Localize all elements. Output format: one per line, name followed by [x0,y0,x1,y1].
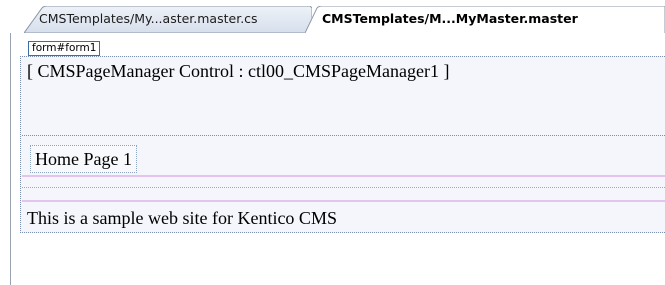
tab-label: CMSTemplates/M...MyMaster.master [322,11,578,26]
page-title-control[interactable]: Home Page 1 [30,145,137,173]
document-tab-strip: CMSTemplates/My...aster.master.cs CMSTem… [0,0,665,33]
page-manager-control[interactable]: [ CMSPageManager Control : ctl00_CMSPage… [27,60,449,82]
design-left-border [10,33,11,285]
placeholder-top-line [22,175,665,177]
footer-text[interactable]: This is a sample web site for Kentico CM… [27,207,337,229]
form-tag-label[interactable]: form#form1 [28,41,101,56]
tab-label: CMSTemplates/My...aster.master.cs [39,11,258,26]
region-divider [22,135,665,136]
tab-master-cs[interactable]: CMSTemplates/My...aster.master.cs [24,6,312,33]
placeholder-bottom-line [22,200,665,202]
placeholder-divider [22,187,665,188]
tab-master[interactable]: CMSTemplates/M...MyMaster.master [305,6,665,33]
